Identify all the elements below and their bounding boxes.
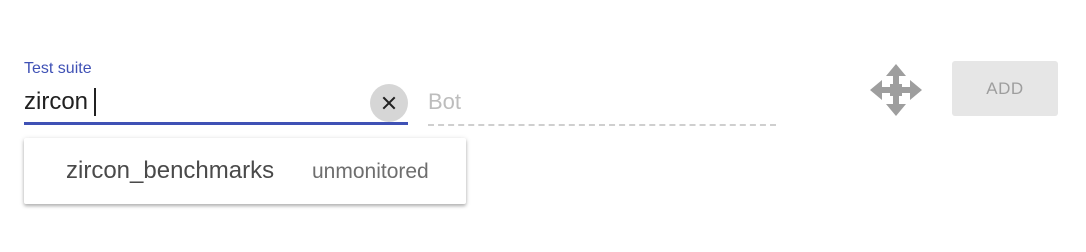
drag-handle[interactable] — [868, 62, 924, 118]
move-arrows-icon — [870, 64, 922, 116]
suggestion-tag: unmonitored — [312, 160, 429, 183]
bot-field — [428, 80, 776, 128]
test-suite-label: Test suite — [24, 60, 92, 77]
bot-underline — [428, 124, 776, 126]
test-suite-field: Test suite — [24, 56, 408, 126]
suggestion-name: zircon_benchmarks — [66, 157, 275, 184]
page: Test suite ADD — [0, 0, 1086, 252]
text-caret — [94, 88, 96, 116]
bot-input[interactable] — [428, 88, 768, 116]
close-icon — [382, 96, 396, 110]
test-suite-underline — [24, 122, 408, 125]
clear-button[interactable] — [370, 84, 408, 122]
suggestions-dropdown: zircon_benchmarks unmonitored — [24, 138, 466, 204]
suggestion-item[interactable]: zircon_benchmarks unmonitored — [24, 138, 466, 204]
add-button[interactable]: ADD — [952, 61, 1058, 116]
test-suite-input[interactable] — [24, 86, 364, 118]
